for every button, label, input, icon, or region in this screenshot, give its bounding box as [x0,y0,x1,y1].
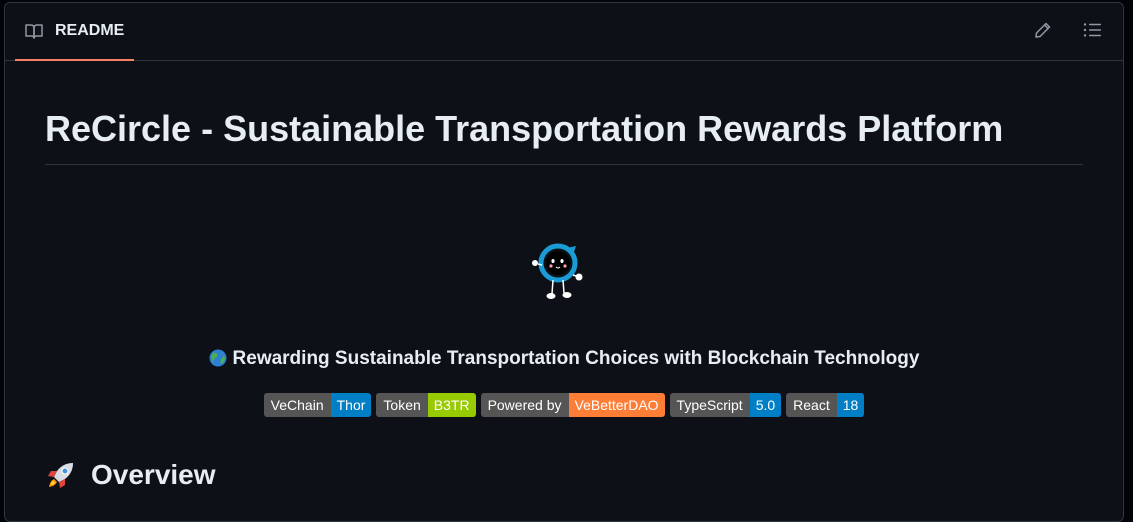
globe-icon [209,349,227,367]
badge-label: VeChain [263,393,331,417]
badge-powered-by[interactable]: Powered by VeBetterDAO [480,393,665,417]
tab-readme-label: README [55,22,125,39]
badge-value: Thor [330,393,372,417]
pencil-icon [1034,21,1052,44]
book-icon [25,23,45,39]
readme-header: README [5,3,1123,61]
badge-vechain[interactable]: VeChain Thor [263,393,372,417]
list-icon [1083,22,1101,43]
badge-value: B3TR [427,393,476,417]
badge-token[interactable]: Token B3TR [376,393,476,417]
badge-label: React [786,393,837,417]
badge-value: 5.0 [749,393,782,417]
readme-panel: README ReCircle - Sustainable Transporta… [4,2,1124,522]
badge-typescript[interactable]: TypeScript 5.0 [669,393,782,417]
badge-row: VeChain Thor Token B3TR Powered by VeBet… [45,393,1083,417]
badge-value: VeBetterDAO [568,393,665,417]
section-heading-text: Overview [91,459,216,490]
recircle-logo [527,237,587,305]
tagline: Rewarding Sustainable Transportation Cho… [45,347,1083,371]
badge-label: Token [376,393,428,417]
outline-button[interactable] [1080,20,1104,44]
page-title: ReCircle - Sustainable Transportation Re… [45,105,1083,165]
section-heading-overview: Overview [45,459,216,491]
badge-react[interactable]: React 18 [786,393,865,417]
rocket-icon [45,459,77,491]
badge-value: 18 [836,393,865,417]
badge-label: TypeScript [669,393,750,417]
tab-readme[interactable]: README [15,3,134,61]
tagline-text: Rewarding Sustainable Transportation Cho… [232,348,920,369]
edit-file-button[interactable] [1031,20,1055,44]
badge-label: Powered by [480,393,569,417]
